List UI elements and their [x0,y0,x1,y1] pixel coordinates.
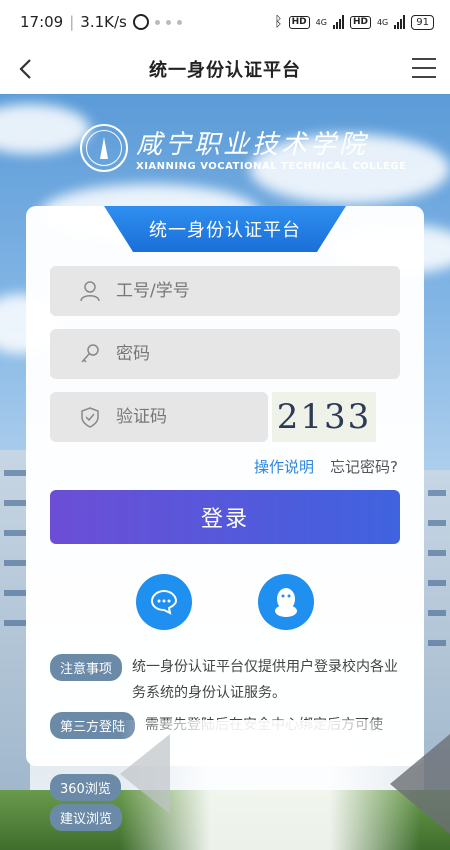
notice-badge: 注意事项 [50,654,123,681]
status-bar: 17:09 | 3.1K/s ᛒ HD 4G HD 4G 91 [0,0,450,44]
college-name-en: XIANNING VOCATIONAL TECHNICAL COLLEGE [136,161,407,172]
app-bar: 统一身份认证平台 [0,44,450,94]
password-input[interactable] [116,344,346,364]
network-type-1: 4G [315,17,327,27]
captcha-image[interactable]: 2133 [272,392,376,442]
forgot-password-link[interactable]: 忘记密码? [330,456,398,477]
bluetooth-icon: ᛒ [274,14,283,30]
qq-penguin-icon [275,588,297,617]
battery-icon: 91 [411,14,434,30]
card-links: 操作说明 忘记密码? [254,456,398,477]
username-field[interactable] [50,266,400,316]
college-logo: 咸宁职业技术学院 XIANNING VOCATIONAL TECHNICAL C… [80,124,406,172]
browser-badge-360: 360浏览 [50,774,121,801]
captcha-text: 2133 [276,397,372,437]
login-card: 统一身份认证平台 2133 操作说明 忘记密码? 登录 [26,206,424,766]
signal-icon-2 [394,15,406,29]
back-arrow-icon[interactable] [14,56,40,82]
password-field[interactable] [50,329,400,379]
card-header-text: 统一身份认证平台 [149,220,301,241]
status-speed: 3.1K/s [80,13,127,31]
browser-badge-suggest: 建议浏览 [50,804,123,831]
hd-icon: HD [288,15,310,29]
login-button[interactable]: 登录 [50,490,400,544]
notice-item: 注意事项 统一身份认证平台仅提供用户登录校内各业务系统的身份认证服务。 [50,654,400,706]
username-input[interactable] [116,281,346,301]
shield-icon [78,405,102,429]
page-title: 统一身份认证平台 [149,60,301,81]
alarm-icon [132,14,149,30]
notification-dots-icon [154,19,182,25]
wechat-login-button[interactable] [136,574,192,630]
notice-text: 统一身份认证平台仅提供用户登录校内各业务系统的身份认证服务。 [132,659,399,701]
key-icon [78,342,102,366]
qq-login-button[interactable] [258,574,314,630]
status-time: 17:09 [20,13,64,31]
status-separator: | [69,13,75,31]
card-header: 统一身份认证平台 [104,206,346,252]
user-icon [78,279,102,303]
network-type-2: 4G [376,17,389,27]
captcha-field[interactable] [50,392,268,442]
hd-icon-2: HD [349,15,371,29]
college-name-cn: 咸宁职业技术学院 [136,130,369,160]
signal-icon [332,15,344,29]
captcha-input[interactable] [116,407,266,427]
chat-bubble-icon [150,589,178,615]
help-link[interactable]: 操作说明 [254,456,314,477]
menu-icon[interactable] [412,58,436,78]
college-seal-icon [80,124,128,172]
